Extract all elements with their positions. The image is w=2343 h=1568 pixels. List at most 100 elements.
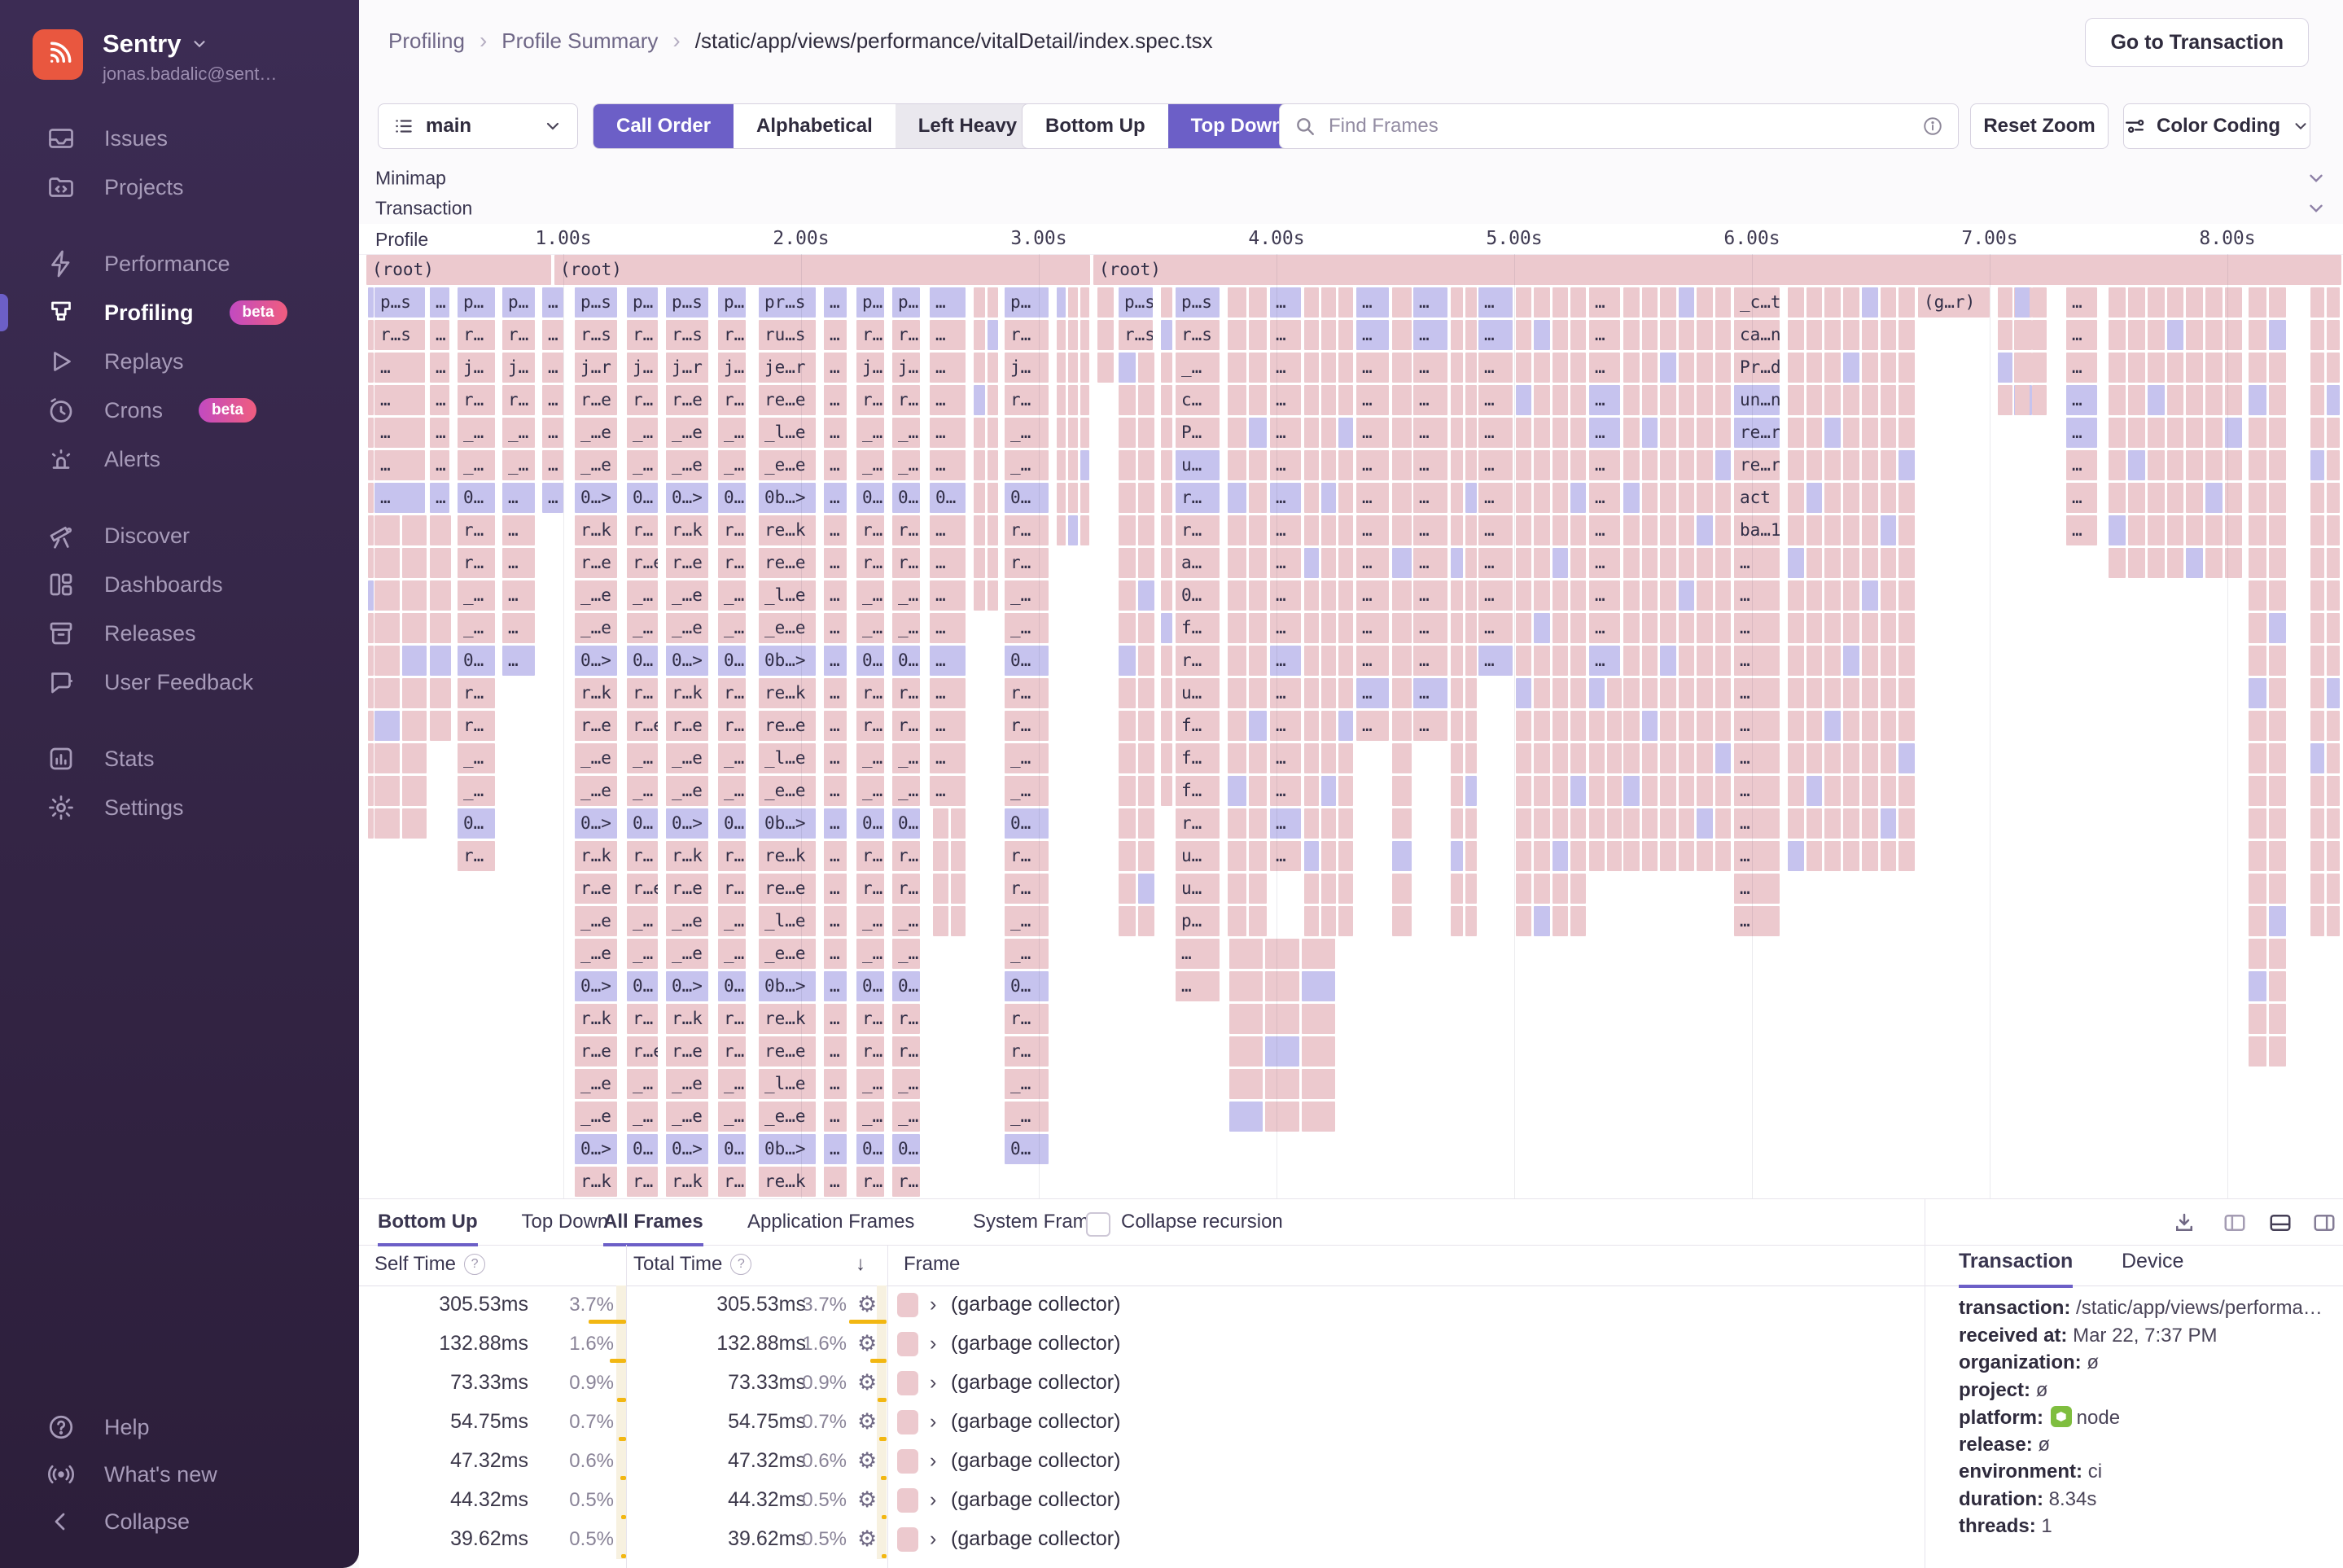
flame-frame[interactable] [1843,320,1859,350]
flame-frame[interactable] [1161,711,1172,741]
flame-frame[interactable] [1570,548,1586,578]
flame-frame[interactable] [430,515,451,545]
flame-frame[interactable] [1057,450,1066,480]
flame-frame[interactable]: _… [718,939,746,969]
flame-frame[interactable]: _… [502,450,535,480]
flame-frame[interactable]: 0… [718,808,746,839]
flame-frame[interactable]: … [1270,580,1301,611]
flame-frame[interactable]: … [1734,613,1780,643]
flame-frame[interactable] [1697,418,1713,448]
flame-frame[interactable]: re…e [759,874,816,904]
flame-frame[interactable] [1861,515,1878,545]
flame-frame[interactable] [1641,548,1658,578]
flame-frame[interactable] [2186,418,2204,448]
flame-frame[interactable] [1304,906,1319,936]
flame-frame[interactable] [1898,353,1915,383]
flame-frame[interactable]: _… [892,1069,920,1099]
flame-frame[interactable] [1880,287,1897,318]
flame-frame[interactable]: j…r [575,353,617,383]
flame-frame[interactable] [1119,353,1136,383]
flame-frame[interactable] [1824,580,1842,611]
flame-frame[interactable] [1301,1069,1335,1099]
flame-frame[interactable]: … [1413,320,1447,350]
flame-frame[interactable] [1516,287,1532,318]
flame-frame[interactable]: … [1478,385,1513,415]
flame-frame[interactable]: r… [627,515,658,545]
flame-frame[interactable]: 0… [892,646,920,676]
flame-frame[interactable] [2205,353,2223,383]
flame-frame[interactable] [2166,515,2184,545]
flame-frame[interactable] [1623,580,1640,611]
flame-frame[interactable]: a… [1176,548,1220,578]
flame-frame[interactable] [2326,320,2340,350]
flame-frame[interactable] [1534,678,1550,708]
flame-frame[interactable]: … [824,808,847,839]
flame-frame[interactable]: r…e [627,548,658,578]
flame-frame[interactable] [1861,353,1878,383]
flame-frame[interactable] [1392,743,1412,773]
flame-frame[interactable] [2166,320,2184,350]
flame-frame[interactable]: r…e [575,711,617,741]
flame-frame[interactable] [1161,353,1172,383]
flame-frame[interactable] [2326,711,2340,741]
flame-frame[interactable] [1678,711,1694,741]
flame-frame[interactable] [1898,320,1915,350]
flame-frame[interactable] [2225,418,2242,448]
flame-frame[interactable] [974,287,985,318]
flame-frame[interactable] [1248,874,1267,904]
flame-frame[interactable]: act [1734,483,1780,513]
flame-frame[interactable]: … [430,320,449,350]
flame-frame[interactable] [2249,711,2266,741]
flame-frame[interactable]: … [824,906,847,936]
sidebar-item-stats[interactable]: Stats [0,734,359,783]
flame-frame[interactable]: … [1478,580,1513,611]
flame-frame[interactable]: … [1356,287,1389,318]
flame-frame[interactable]: _… [718,613,746,643]
flame-frame[interactable] [2127,515,2145,545]
flame-frame[interactable] [987,580,998,611]
flame-frame[interactable]: r… [856,711,884,741]
flame-frame[interactable] [1392,711,1412,741]
flame-frame[interactable] [1788,743,1804,773]
flame-frame[interactable]: r… [1176,515,1220,545]
flame-frame[interactable] [1898,808,1915,839]
flame-frame[interactable] [368,743,374,773]
flame-frame[interactable] [2147,287,2165,318]
flame-frame[interactable] [368,353,374,383]
flame-frame[interactable] [2127,418,2145,448]
flame-frame[interactable] [1137,613,1154,643]
flame-frame[interactable] [1552,287,1568,318]
flame-frame[interactable]: re…e [759,1036,816,1067]
flame-frame[interactable] [1451,450,1463,480]
flame-frame[interactable] [1806,418,1823,448]
flame-frame[interactable] [1589,743,1605,773]
flame-frame[interactable]: _… [892,939,920,969]
flame-frame[interactable] [1228,548,1246,578]
flame-frame[interactable] [1321,418,1336,448]
flame-frame[interactable] [1678,743,1694,773]
sidebar-item-issues[interactable]: Issues [0,114,359,163]
flame-frame[interactable]: … [1270,515,1301,545]
flame-frame[interactable] [2326,353,2340,383]
flame-frame[interactable] [1465,385,1477,415]
flame-frame[interactable] [987,418,998,448]
flame-frame[interactable]: _…e [575,450,617,480]
flame-frame[interactable]: p… [1005,287,1049,318]
flame-frame[interactable]: 0…> [666,808,708,839]
flame-frame[interactable]: … [1589,287,1620,318]
flame-frame[interactable]: f… [1176,613,1220,643]
flame-frame[interactable]: 0b…> [759,483,816,513]
flame-frame[interactable] [1119,841,1136,871]
flame-frame[interactable] [1824,353,1842,383]
flame-frame[interactable] [2109,320,2126,350]
flame-frame[interactable] [1697,678,1713,708]
flame-frame[interactable] [2127,450,2145,480]
flame-frame[interactable] [2268,646,2286,676]
flame-frame[interactable] [1678,483,1694,513]
flame-frame[interactable]: … [1270,841,1301,871]
flame-frame[interactable] [368,385,374,415]
frame-table-row[interactable]: 44.32ms 0.5% 44.32ms 0.5% ⚙ › (garbage collect… [359,1481,1925,1520]
flame-frame[interactable]: r… [458,548,495,578]
flame-frame[interactable] [1304,385,1319,415]
flame-frame[interactable]: … [1734,711,1780,741]
